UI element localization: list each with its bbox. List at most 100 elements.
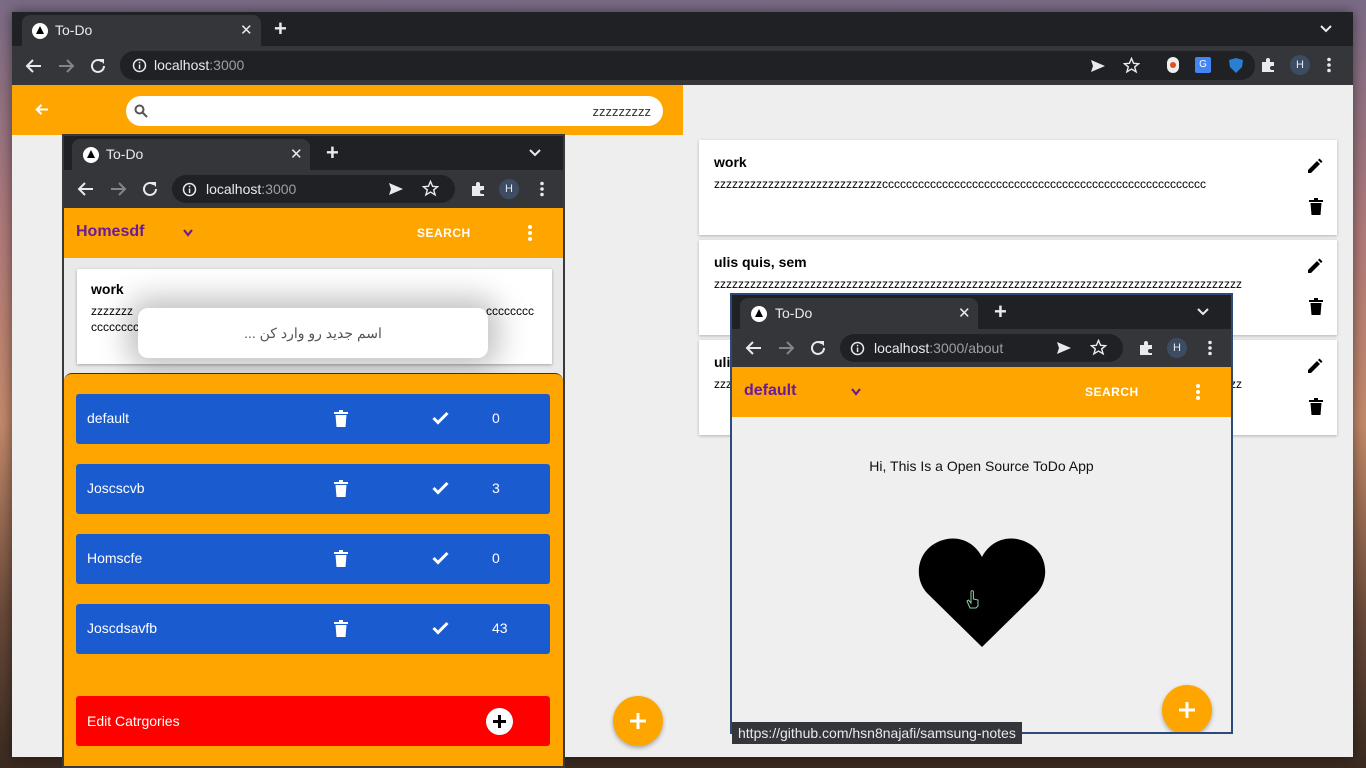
reload-icon[interactable] <box>141 180 159 198</box>
address-bar[interactable]: localhost:3000/about <box>840 334 1123 362</box>
send-icon[interactable] <box>1090 58 1106 74</box>
category-dropdown[interactable]: Homesdf <box>76 223 144 241</box>
tab-search-chevron-down-icon[interactable] <box>1196 305 1210 319</box>
profile-avatar[interactable]: H <box>1290 55 1310 75</box>
star-icon[interactable] <box>1123 57 1140 74</box>
profile-avatar[interactable]: H <box>1167 338 1187 358</box>
reload-icon[interactable] <box>809 339 827 357</box>
star-icon[interactable] <box>1090 339 1107 356</box>
add-category-button[interactable] <box>486 708 513 735</box>
check-icon[interactable] <box>432 481 449 495</box>
check-icon[interactable] <box>432 411 449 425</box>
url-host: localhost <box>206 181 262 197</box>
search-button[interactable]: SEARCH <box>417 226 471 240</box>
category-row[interactable]: default 0 <box>76 394 550 444</box>
send-icon[interactable] <box>388 181 404 197</box>
pencil-icon[interactable] <box>1306 258 1323 275</box>
trash-icon[interactable] <box>1309 298 1323 315</box>
shield-extension-icon[interactable] <box>1228 57 1244 74</box>
extensions-puzzle-icon[interactable] <box>1138 340 1154 356</box>
link-status-bar: https://github.com/hsn8najafi/samsung-no… <box>732 722 1022 744</box>
category-row[interactable]: Joscscvb 3 <box>76 464 550 514</box>
address-bar[interactable]: localhost:3000 <box>120 51 1255 80</box>
extension-red-icon[interactable] <box>1167 57 1179 73</box>
heart-icon[interactable] <box>917 535 1047 650</box>
url-host: localhost <box>874 340 930 356</box>
category-name: Joscdsavfb <box>87 620 158 636</box>
extensions-puzzle-icon[interactable] <box>1260 57 1276 73</box>
category-row[interactable]: Joscdsavfb 43 <box>76 604 550 654</box>
back-arrow-icon[interactable] <box>77 180 95 198</box>
trash-icon[interactable] <box>334 480 348 497</box>
tab-close-icon[interactable]: ✕ <box>958 304 971 322</box>
tab-todo[interactable]: To-Do ✕ <box>22 15 261 46</box>
menu-dots-icon[interactable] <box>1326 57 1332 73</box>
url-rest: :3000 <box>209 57 245 73</box>
tab-title: To-Do <box>106 146 144 162</box>
extensions-puzzle-icon[interactable] <box>470 181 486 197</box>
note-body-start: zzzzzzz <box>91 304 133 318</box>
edit-categories-label: Edit Catrgories <box>87 713 180 729</box>
site-info-icon[interactable] <box>182 182 197 197</box>
address-bar[interactable]: localhost:3000 <box>172 175 455 203</box>
tab-search-chevron-down-icon[interactable] <box>1319 22 1333 36</box>
check-icon[interactable] <box>432 551 449 565</box>
tab-todo[interactable]: To-Do ✕ <box>740 298 978 329</box>
star-icon[interactable] <box>422 180 439 197</box>
trash-icon[interactable] <box>334 620 348 637</box>
app-search-bar: zzzzzzzzz <box>12 85 683 135</box>
category-count: 0 <box>492 410 500 426</box>
menu-dots-icon[interactable] <box>1195 383 1201 401</box>
nested-browser-window-about: To-Do ✕ + localhost:3000/about H default… <box>730 293 1233 734</box>
trash-icon[interactable] <box>1309 398 1323 415</box>
tab-strip: To-Do ✕ + <box>732 295 1231 329</box>
search-icon <box>134 104 148 118</box>
chevron-down-icon[interactable] <box>850 386 862 398</box>
trash-icon[interactable] <box>334 410 348 427</box>
tab-todo[interactable]: To-Do ✕ <box>72 139 310 170</box>
trash-icon[interactable] <box>1309 198 1323 215</box>
categories-drawer: default 0 Joscscvb 3 Homscfe 0 Joscdsavf… <box>64 373 563 766</box>
category-row[interactable]: Homscfe 0 <box>76 534 550 584</box>
profile-avatar[interactable]: H <box>499 179 519 199</box>
forward-arrow-icon[interactable] <box>109 180 127 198</box>
menu-dots-icon[interactable] <box>539 181 545 197</box>
reload-icon[interactable] <box>89 57 107 75</box>
new-tab-icon[interactable]: + <box>994 301 1007 323</box>
category-dropdown[interactable]: default <box>744 382 796 400</box>
search-button[interactable]: SEARCH <box>1085 385 1139 399</box>
url-rest: :3000/about <box>929 340 1004 356</box>
translate-extension-icon[interactable]: G <box>1195 57 1211 73</box>
menu-dots-icon[interactable] <box>1207 340 1213 356</box>
back-arrow-icon[interactable] <box>745 339 763 357</box>
browser-toolbar: localhost:3000 H <box>64 170 563 208</box>
tab-search-chevron-down-icon[interactable] <box>528 146 542 160</box>
tab-close-icon[interactable]: ✕ <box>290 145 303 163</box>
nested-browser-window-home: To-Do ✕ + localhost:3000 H Homesdf SEARC… <box>62 134 565 768</box>
new-tab-icon[interactable]: + <box>326 142 339 164</box>
menu-dots-icon[interactable] <box>527 224 533 242</box>
note-card[interactable]: work zzzzzzzzzzzzzzzzzzzzzzzzzzzzccccccc… <box>699 140 1337 235</box>
add-note-button[interactable] <box>613 696 663 746</box>
back-arrow-icon[interactable] <box>25 57 43 75</box>
site-info-icon[interactable] <box>132 58 147 73</box>
pencil-icon[interactable] <box>1306 358 1323 375</box>
add-note-button[interactable] <box>1162 685 1212 732</box>
category-count: 0 <box>492 550 500 566</box>
new-tab-icon[interactable]: + <box>274 18 287 40</box>
about-description: Hi, This Is a Open Source ToDo App <box>869 458 1094 474</box>
send-icon[interactable] <box>1056 340 1072 356</box>
new-category-name-input[interactable]: اسم جدید رو وارد کن ... <box>138 308 488 358</box>
edit-categories-button[interactable]: Edit Catrgories <box>76 696 550 746</box>
search-input[interactable]: zzzzzzzzz <box>126 96 663 126</box>
forward-arrow-icon[interactable] <box>777 339 795 357</box>
pencil-icon[interactable] <box>1306 158 1323 175</box>
category-name: Joscscvb <box>87 480 145 496</box>
tab-close-icon[interactable]: ✕ <box>240 21 253 39</box>
chevron-down-icon[interactable] <box>182 227 194 239</box>
site-info-icon[interactable] <box>850 341 865 356</box>
back-arrow-icon[interactable] <box>34 102 49 117</box>
check-icon[interactable] <box>432 621 449 635</box>
forward-arrow-icon[interactable] <box>57 57 75 75</box>
trash-icon[interactable] <box>334 550 348 567</box>
